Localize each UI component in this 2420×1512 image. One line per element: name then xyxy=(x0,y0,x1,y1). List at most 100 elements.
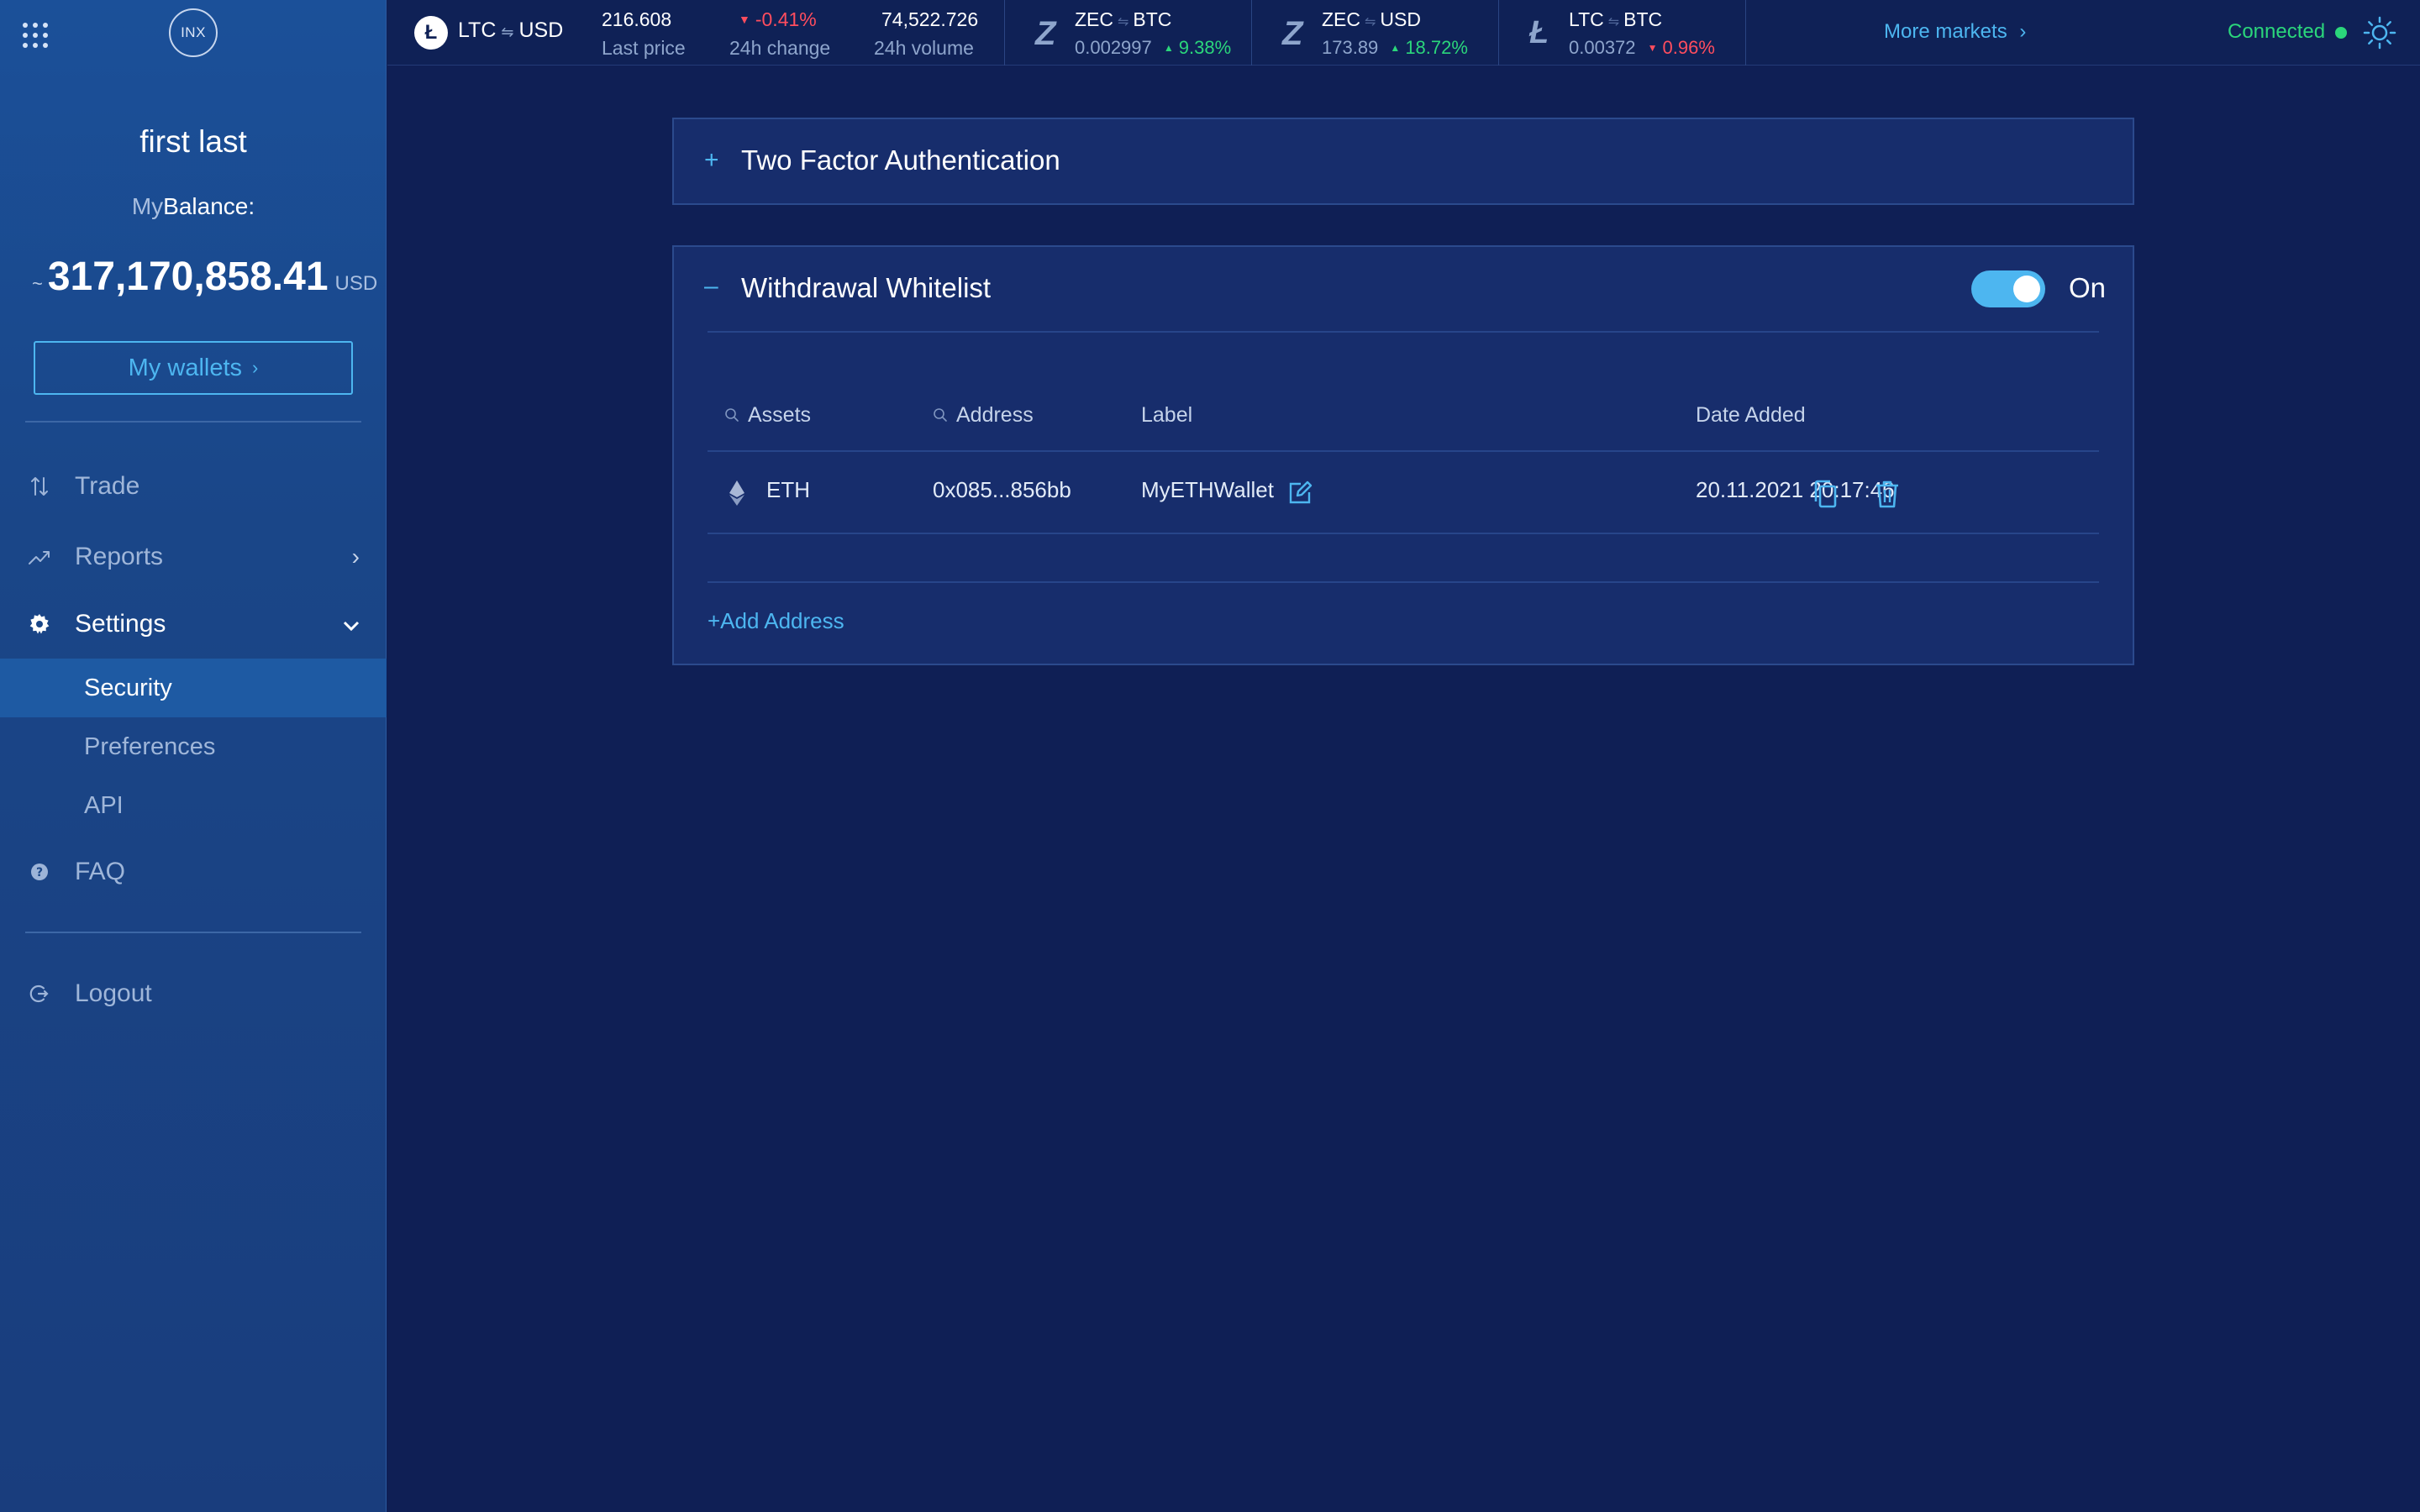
two-factor-auth-panel: + Two Factor Authentication xyxy=(672,118,2134,205)
switch-knob xyxy=(2013,276,2040,302)
mini-market-zec-usd[interactable]: Z ZEC ⇋ USD 173.89 ▲ 18.72% xyxy=(1252,0,1498,66)
mini-change-text: 9.38% xyxy=(1178,37,1232,58)
sidebar-item-faq[interactable]: ? FAQ xyxy=(0,847,387,897)
column-header-date-added: Date Added xyxy=(1696,403,1806,427)
swap-icon: ⇋ xyxy=(501,24,514,40)
mini-market-zec-btc[interactable]: Z ZEC ⇋ BTC 0.002997 ▲ 9.38% xyxy=(1005,0,1251,66)
sidebar-item-label: FAQ xyxy=(75,858,126,885)
market-ticker-bar: Ł LTC ⇋ USD 216.608 Last price ▼ -0.41% 24h… xyxy=(387,0,2420,66)
change-24h-value: ▼ -0.41% xyxy=(739,8,817,31)
chevron-right-icon: › xyxy=(252,357,259,378)
column-header-label-col: Label xyxy=(1141,403,1193,427)
logout-icon xyxy=(27,981,52,1006)
edit-icon[interactable] xyxy=(1287,480,1313,506)
mini-change: ▲ 9.38% xyxy=(1164,37,1231,58)
mini-pair-base: ZEC xyxy=(1075,8,1113,30)
balance-label: MyBalance: xyxy=(0,193,387,220)
sidebar: INX first last MyBalance: ~ 317,170,858.… xyxy=(0,0,387,1512)
svg-text:?: ? xyxy=(36,866,43,879)
last-price-label: Last price xyxy=(602,37,686,59)
eth-icon xyxy=(729,480,744,506)
sidebar-subitem-api[interactable]: API xyxy=(0,776,387,835)
apps-grid-icon[interactable] xyxy=(23,23,48,48)
column-header-address[interactable]: Address xyxy=(933,403,1034,428)
ticker-divider xyxy=(1745,0,1746,66)
zec-icon: Z xyxy=(1035,15,1056,52)
sidebar-divider xyxy=(25,421,361,423)
row-address: 0x085...856bb xyxy=(933,477,1071,502)
mini-change-text: 0.96% xyxy=(1662,37,1715,58)
volume-24h-label: 24h volume xyxy=(874,37,974,59)
main-pair-base: LTC xyxy=(458,18,497,42)
sidebar-item-settings[interactable]: Settings xyxy=(0,599,387,649)
sidebar-item-label: Trade xyxy=(75,472,140,500)
swap-icon: ⇋ xyxy=(1365,15,1376,29)
connection-status-dot xyxy=(2335,27,2347,39)
mini-market-ltc-btc[interactable]: Ł LTC ⇋ BTC 0.00372 ▼ 0.96% xyxy=(1499,0,1745,66)
triangle-down-icon: ▼ xyxy=(1647,42,1658,54)
mini-pair: ZEC ⇋ BTC xyxy=(1075,8,1171,31)
sidebar-subitem-preferences[interactable]: Preferences xyxy=(0,717,387,776)
table-row: ETH 0x085...856bb MyETHWallet 20.11.2021… xyxy=(708,450,2099,534)
whitelist-toggle-switch[interactable] xyxy=(1971,270,2045,307)
main-market-ticker[interactable]: Ł LTC ⇋ USD 216.608 Last price ▼ -0.41% 24h… xyxy=(387,0,1004,66)
search-icon xyxy=(724,404,739,428)
sidebar-subitem-label: API xyxy=(84,791,124,819)
trend-chart-icon xyxy=(27,544,52,570)
mini-pair-quote: USD xyxy=(1380,8,1421,30)
row-date-added: 20.11.2021 20:17:46 xyxy=(1696,477,1895,502)
mini-change-text: 18.72% xyxy=(1405,37,1468,58)
triangle-up-icon: ▲ xyxy=(1163,42,1174,54)
mini-price-value: 173.89 xyxy=(1322,37,1379,58)
more-markets-link[interactable]: More markets › xyxy=(1884,20,2026,44)
mini-price-value: 0.00372 xyxy=(1569,37,1636,58)
chevron-right-icon: › xyxy=(2019,20,2027,43)
mini-price: 0.002997 ▲ 9.38% xyxy=(1075,37,1231,59)
my-wallets-button[interactable]: My wallets › xyxy=(34,341,353,395)
sidebar-divider xyxy=(25,932,361,933)
mini-change: ▲ 18.72% xyxy=(1390,37,1468,58)
column-header-label: Address xyxy=(956,403,1034,427)
mini-price: 173.89 ▲ 18.72% xyxy=(1322,37,1468,59)
sidebar-item-label: Settings xyxy=(75,610,166,638)
whitelist-toggle-label: On xyxy=(2069,272,2107,303)
column-header-label: Assets xyxy=(748,403,812,427)
sidebar-item-label: Logout xyxy=(75,979,152,1007)
theme-toggle-sun-icon[interactable] xyxy=(2363,16,2396,50)
trash-icon[interactable] xyxy=(1874,479,1901,509)
swap-icon: ⇋ xyxy=(1118,15,1129,29)
sidebar-subitem-label: Security xyxy=(84,674,172,701)
app-logo[interactable]: INX xyxy=(169,8,218,57)
mini-pair-quote: BTC xyxy=(1133,8,1172,30)
my-wallets-label: My wallets xyxy=(128,354,243,381)
sidebar-item-logout[interactable]: Logout xyxy=(0,969,387,1019)
row-label: MyETHWallet xyxy=(1141,477,1274,502)
trade-arrows-icon xyxy=(27,474,52,499)
gear-icon xyxy=(27,612,52,637)
copy-icon[interactable] xyxy=(1812,479,1839,509)
sidebar-item-reports[interactable]: Reports › xyxy=(0,532,387,582)
username: first last xyxy=(139,124,247,159)
sidebar-item-trade[interactable]: Trade xyxy=(0,461,387,512)
panel-title[interactable]: Two Factor Authentication xyxy=(741,144,1060,176)
sidebar-subitem-security[interactable]: Security xyxy=(0,659,387,717)
zec-icon: Z xyxy=(1282,15,1303,52)
add-address-button[interactable]: +Add Address xyxy=(708,608,844,634)
mini-price-value: 0.002997 xyxy=(1075,37,1152,58)
sidebar-item-label: Reports xyxy=(75,543,164,570)
ltc-icon: Ł xyxy=(1529,15,1549,50)
panel-title[interactable]: Withdrawal Whitelist xyxy=(741,272,991,304)
mini-price: 0.00372 ▼ 0.96% xyxy=(1569,37,1715,59)
balance-label-balance: Balance: xyxy=(163,193,255,219)
column-header-assets[interactable]: Assets xyxy=(724,403,811,428)
mini-pair: ZEC ⇋ USD xyxy=(1322,8,1421,31)
balance-approx-sign: ~ xyxy=(32,273,43,294)
mini-pair-base: LTC xyxy=(1569,8,1604,30)
sidebar-subitem-label: Preferences xyxy=(84,732,216,760)
collapse-toggle-icon[interactable]: – xyxy=(704,272,718,301)
chevron-right-icon: › xyxy=(351,543,360,570)
expand-toggle-icon[interactable]: + xyxy=(704,146,719,175)
change-24h-text: -0.41% xyxy=(755,8,817,30)
more-markets-label: More markets xyxy=(1884,20,2007,43)
panel-divider xyxy=(708,331,2099,333)
